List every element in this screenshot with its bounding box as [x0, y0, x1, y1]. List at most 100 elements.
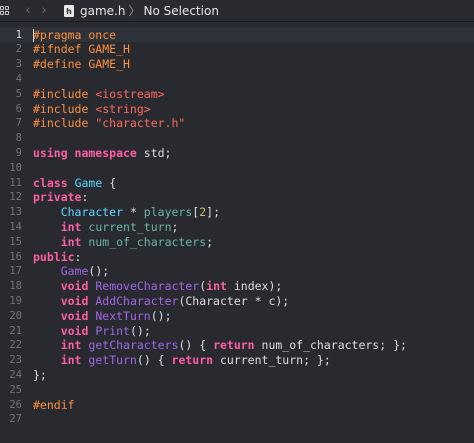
line-number: 16: [9, 250, 22, 263]
code-token: #pragma once: [33, 27, 117, 42]
code-line[interactable]: 15 int num_of_characters;: [0, 234, 474, 249]
code-token: private: [33, 190, 82, 205]
line-number: 21: [9, 324, 22, 337]
code-token: () {: [136, 353, 172, 368]
code-token: #ifndef GAME_H: [33, 42, 130, 57]
line-number: 5: [15, 87, 22, 100]
jump-bar: ‹ › h game.h 〉 No Selection: [0, 0, 474, 22]
code-line[interactable]: 11 class Game {: [0, 175, 474, 190]
code-token: public: [33, 249, 75, 264]
code-token: getTurn: [88, 353, 137, 368]
code-token: int: [60, 219, 82, 234]
code-editor[interactable]: 1 #pragma once 2 #ifndef GAME_H 3 #define GAM…: [0, 22, 474, 443]
code-text: int current_turn;: [33, 219, 179, 234]
code-line[interactable]: 5 #include <iostream>: [0, 86, 474, 101]
code-text: int num_of_characters;: [33, 235, 213, 249]
code-token: () {: [178, 338, 214, 353]
code-line[interactable]: 22 int getCharacters() { return num_of_c…: [0, 338, 474, 353]
code-line[interactable]: 4: [0, 71, 474, 86]
chevron-right-icon[interactable]: ›: [36, 3, 52, 18]
code-line[interactable]: 21 void Print();: [0, 323, 474, 338]
code-token: index);: [226, 279, 283, 294]
code-token: ;: [171, 219, 179, 234]
line-number: 7: [15, 117, 22, 130]
line-number: 12: [9, 191, 22, 204]
code-line[interactable]: 18 void RemoveCharacter(int index);: [0, 279, 474, 294]
code-line[interactable]: 19 void AddCharacter(Character * c);: [0, 293, 474, 308]
code-line[interactable]: 25: [0, 382, 474, 397]
breadcrumb-separator-icon: 〉: [128, 4, 141, 18]
code-line[interactable]: 14 int current_turn;: [0, 219, 474, 234]
code-token: class: [33, 175, 68, 190]
code-token: ();: [150, 308, 172, 323]
code-line[interactable]: 27: [0, 412, 474, 427]
code-line[interactable]: 26 #endif: [0, 397, 474, 412]
code-line[interactable]: 12 private:: [0, 190, 474, 205]
line-number: 1: [15, 28, 22, 41]
code-line[interactable]: 16 public:: [0, 249, 474, 264]
code-token: "character.h": [95, 116, 186, 131]
code-token: int: [60, 353, 82, 368]
code-token: #include: [33, 86, 96, 101]
line-number: 2: [15, 43, 22, 56]
code-line[interactable]: 20 void NextTurn();: [0, 308, 474, 323]
chevron-left-icon[interactable]: ‹: [20, 3, 36, 18]
code-token: <string>: [95, 101, 151, 116]
code-text: using namespace std;: [33, 146, 171, 160]
line-number: 11: [9, 176, 22, 189]
line-number: 4: [15, 72, 22, 85]
code-line[interactable]: 17 Game();: [0, 264, 474, 279]
code-token: Character: [60, 205, 124, 220]
code-token: ();: [88, 264, 110, 279]
code-line[interactable]: 6 #include <string>: [0, 101, 474, 116]
line-number: 14: [9, 220, 22, 233]
code-token: AddCharacter: [95, 293, 179, 308]
code-token: int: [206, 279, 227, 294]
code-token: #endif: [33, 397, 75, 412]
code-text: public:: [33, 250, 81, 264]
code-token: void: [60, 293, 89, 308]
code-line[interactable]: 1 #pragma once: [0, 27, 474, 42]
code-text: Game();: [33, 264, 109, 278]
breadcrumb-file[interactable]: game.h: [80, 4, 125, 18]
code-token: #include: [33, 116, 96, 131]
code-line[interactable]: 2 #ifndef GAME_H: [0, 42, 474, 57]
code-token: ];: [206, 205, 220, 220]
code-token: ;: [206, 234, 214, 249]
line-number: 22: [9, 339, 22, 352]
code-text: #endif: [33, 398, 75, 412]
code-line[interactable]: 23 int getTurn() { return current_turn; …: [0, 353, 474, 368]
code-line[interactable]: 8: [0, 131, 474, 146]
code-line[interactable]: 24};: [0, 367, 474, 382]
code-token: (Character * c);: [178, 293, 290, 308]
code-line[interactable]: 10: [0, 160, 474, 175]
code-token: return: [171, 353, 214, 368]
code-text: #ifndef GAME_H: [33, 42, 130, 56]
code-token: Print: [95, 323, 130, 338]
code-token: int: [60, 338, 82, 353]
code-line[interactable]: 7 #include "character.h": [0, 116, 474, 131]
code-token: RemoveCharacter: [95, 279, 200, 294]
code-line[interactable]: 9 using namespace std;: [0, 145, 474, 160]
header-file-icon: h: [64, 4, 74, 17]
line-number: 13: [9, 206, 22, 219]
code-line[interactable]: 13 Character * players[2];: [0, 205, 474, 220]
code-token: return: [213, 338, 255, 353]
code-line[interactable]: 3 #define GAME_H: [0, 57, 474, 72]
code-token: using namespace: [33, 145, 137, 160]
code-token: num_of_characters: [88, 234, 207, 249]
code-text: void NextTurn();: [33, 309, 172, 323]
code-text: int getCharacters() { return num_of_char…: [33, 338, 407, 352]
breadcrumb-selection[interactable]: No Selection: [143, 4, 218, 18]
code-text: #include <iostream>: [33, 87, 165, 101]
code-token: :: [74, 249, 82, 264]
grid-icon[interactable]: [0, 5, 10, 16]
